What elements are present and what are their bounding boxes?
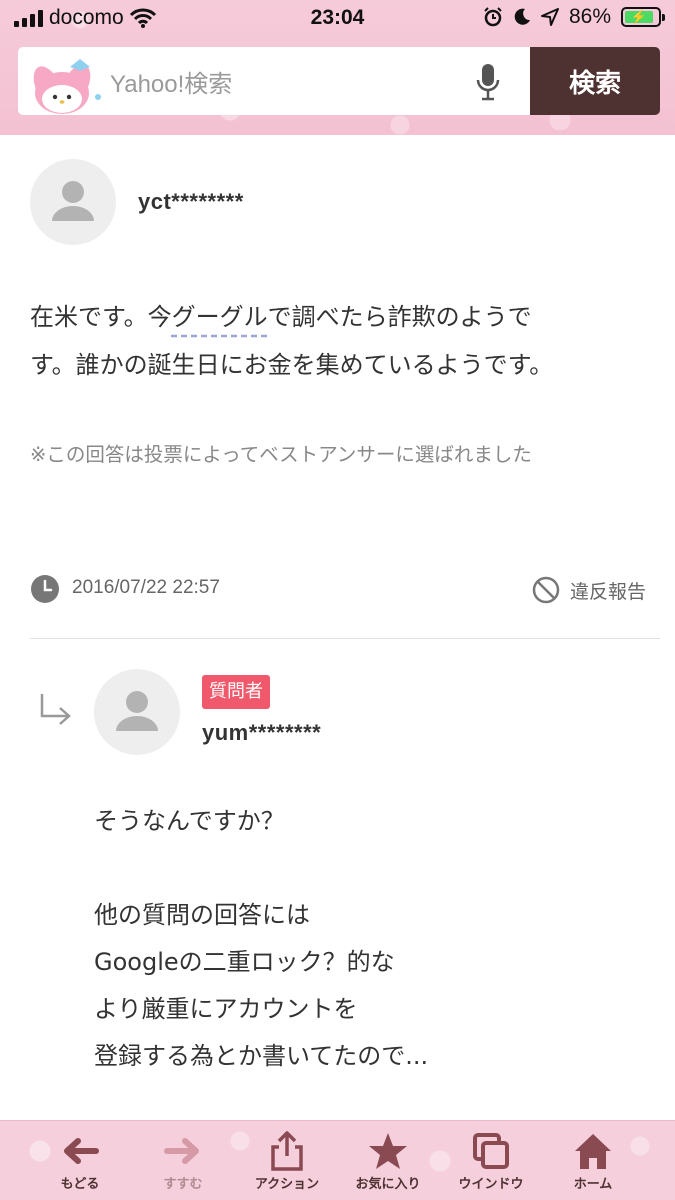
my-melody-logo [18, 47, 110, 115]
reply-line: より厳重にアカウントを [94, 995, 358, 1023]
answer-text-part: 在米です。今 [30, 303, 172, 331]
location-arrow-icon [540, 8, 559, 26]
forward-arrow-icon [164, 1138, 199, 1164]
report-button[interactable]: 違反報告 [532, 572, 646, 608]
window-tabs-icon [473, 1133, 509, 1169]
reply-line [94, 845, 654, 892]
reply-line: 他の質問の回答には [94, 901, 310, 929]
questioner-username[interactable]: yum******** [202, 720, 321, 746]
google-keyword-link[interactable]: グーグル [172, 303, 268, 331]
clock-icon [31, 575, 59, 603]
action-button[interactable]: アクション [232, 1121, 342, 1200]
reply-text: そうなんですか？ 他の質問の回答には Googleの二重ロック？的な より厳重に… [94, 798, 654, 1080]
search-button[interactable]: 検索 [530, 47, 660, 115]
search-input[interactable]: Yahoo!検索 [18, 47, 531, 115]
answer-text-part: で調べたら詐欺のようで [267, 303, 532, 331]
back-label: もどる [60, 1177, 100, 1192]
answerer-avatar[interactable] [30, 159, 116, 245]
report-label: 違反報告 [569, 580, 646, 603]
browser-header: docomo 23:04 86% ⚡ Yahoo!検索 検索 [0, 0, 675, 135]
forward-button[interactable]: すすむ [128, 1121, 238, 1200]
reply-line: 登録する為とか書いてたので... [94, 1042, 429, 1070]
best-answer-note: ※この回答は投票によってベストアンサーに選ばれました [30, 443, 532, 466]
star-icon [369, 1133, 407, 1169]
answer-text: 在米です。今グーグルで調べたら詐欺のようで す。誰かの誕生日にお金を集めているよ… [30, 293, 650, 389]
home-icon [575, 1134, 611, 1169]
back-arrow-icon [64, 1138, 99, 1164]
answer-text-part: す。誰かの誕生日にお金を集めているようです。 [30, 351, 554, 379]
forward-label: すすむ [163, 1177, 203, 1192]
answer-date: 2016/07/22 22:57 [72, 577, 220, 598]
reply-arrow-icon [40, 694, 71, 725]
answerer-username[interactable]: yct******** [138, 189, 244, 215]
search-placeholder: Yahoo!検索 [110, 70, 233, 98]
battery-percent: 86% [568, 5, 611, 28]
answer-meta: 2016/07/22 22:57 違反報告 [30, 572, 650, 608]
divider [30, 638, 660, 639]
favorites-button[interactable]: お気に入り [333, 1121, 443, 1200]
home-button[interactable]: ホーム [538, 1121, 648, 1200]
window-label: ウインドウ [458, 1177, 524, 1192]
favorites-label: お気に入り [355, 1177, 421, 1192]
home-label: ホーム [573, 1177, 613, 1192]
questioner-badge: 質問者 [202, 675, 270, 709]
moon-icon [514, 8, 530, 25]
bottom-toolbar: もどる すすむ アクション お気に入り ウインドウ ホーム [0, 1120, 675, 1200]
back-button[interactable]: もどる [25, 1121, 135, 1200]
prohibited-icon [532, 576, 560, 604]
share-icon [271, 1131, 303, 1171]
reply-line: Googleの二重ロック？的な [94, 948, 395, 976]
reply-line: そうなんですか？ [94, 807, 285, 835]
status-bar: docomo 23:04 86% ⚡ [0, 0, 675, 40]
alarm-icon [484, 7, 502, 27]
search-bar: Yahoo!検索 検索 [18, 47, 660, 115]
microphone-icon[interactable] [476, 63, 500, 101]
battery-icon: ⚡ [621, 7, 665, 27]
action-label: アクション [254, 1177, 320, 1192]
window-button[interactable]: ウインドウ [436, 1121, 546, 1200]
questioner-avatar[interactable] [94, 669, 180, 755]
